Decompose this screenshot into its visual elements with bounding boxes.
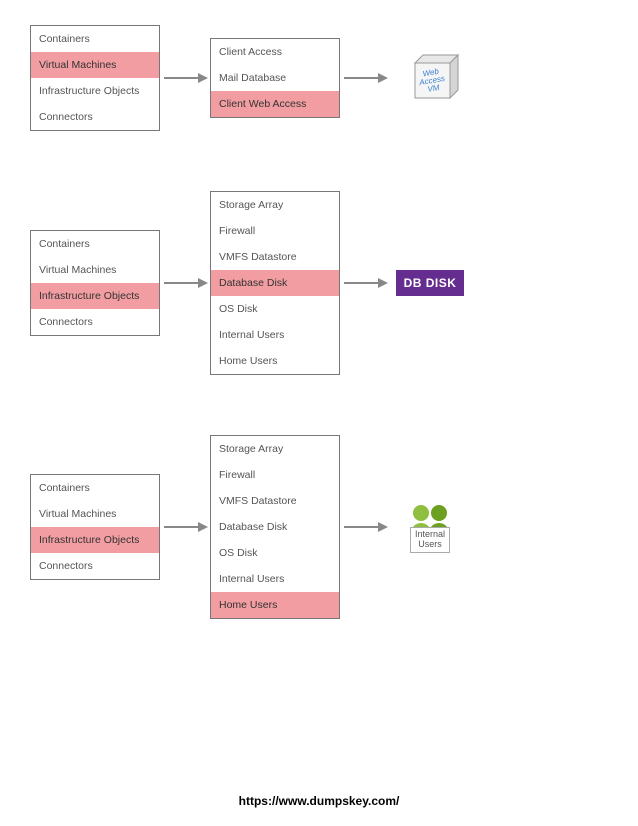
list-item[interactable]: VMFS Datastore <box>211 244 339 270</box>
diagram-row-0: Containers Virtual Machines Infrastructu… <box>30 25 608 131</box>
list-item[interactable]: Internal Users <box>211 566 339 592</box>
arrow-icon <box>160 71 210 85</box>
list-item[interactable]: Connectors <box>31 104 159 130</box>
arrow-icon <box>160 276 210 290</box>
list-item[interactable]: Client Web Access <box>211 91 339 117</box>
list-item[interactable]: Home Users <box>211 348 339 374</box>
list-item[interactable]: Virtual Machines <box>31 257 159 283</box>
list-item[interactable]: Client Access <box>211 39 339 65</box>
db-disk-badge: DB DISK <box>396 270 465 296</box>
list-item[interactable]: VMFS Datastore <box>211 488 339 514</box>
arrow-icon <box>340 276 390 290</box>
arrow-icon <box>340 71 390 85</box>
list-item[interactable]: Storage Array <box>211 192 339 218</box>
footer-url: https://www.dumpskey.com/ <box>0 794 638 808</box>
middle-list-2[interactable]: Storage Array Firewall VMFS Datastore Da… <box>210 435 340 619</box>
list-item[interactable]: Database Disk <box>211 270 339 296</box>
list-item[interactable]: Infrastructure Objects <box>31 527 159 553</box>
list-item[interactable]: Internal Users <box>211 322 339 348</box>
result-dbdisk: DB DISK <box>390 270 470 296</box>
middle-list-0[interactable]: Client Access Mail Database Client Web A… <box>210 38 340 118</box>
list-item[interactable]: Containers <box>31 231 159 257</box>
list-item[interactable]: Containers <box>31 475 159 501</box>
list-item[interactable]: Virtual Machines <box>31 501 159 527</box>
list-item[interactable]: Firewall <box>211 218 339 244</box>
list-item[interactable]: Firewall <box>211 462 339 488</box>
list-item[interactable]: Database Disk <box>211 514 339 540</box>
left-list-0[interactable]: Containers Virtual Machines Infrastructu… <box>30 25 160 131</box>
list-item[interactable]: Infrastructure Objects <box>31 283 159 309</box>
list-item[interactable]: OS Disk <box>211 540 339 566</box>
result-users: Internal Users <box>390 501 470 553</box>
result-cube: Web Access VM <box>390 43 470 113</box>
users-label: Internal Users <box>410 527 450 553</box>
arrow-icon <box>160 520 210 534</box>
diagram-row-1: Containers Virtual Machines Infrastructu… <box>30 191 608 375</box>
list-item[interactable]: Home Users <box>211 592 339 618</box>
left-list-2[interactable]: Containers Virtual Machines Infrastructu… <box>30 474 160 580</box>
list-item[interactable]: Mail Database <box>211 65 339 91</box>
list-item[interactable]: Connectors <box>31 309 159 335</box>
left-list-1[interactable]: Containers Virtual Machines Infrastructu… <box>30 230 160 336</box>
arrow-icon <box>340 520 390 534</box>
list-item[interactable]: Containers <box>31 26 159 52</box>
middle-list-1[interactable]: Storage Array Firewall VMFS Datastore Da… <box>210 191 340 375</box>
list-item[interactable]: Infrastructure Objects <box>31 78 159 104</box>
list-item[interactable]: Virtual Machines <box>31 52 159 78</box>
list-item[interactable]: Connectors <box>31 553 159 579</box>
diagram-row-2: Containers Virtual Machines Infrastructu… <box>30 435 608 619</box>
list-item[interactable]: OS Disk <box>211 296 339 322</box>
list-item[interactable]: Storage Array <box>211 436 339 462</box>
